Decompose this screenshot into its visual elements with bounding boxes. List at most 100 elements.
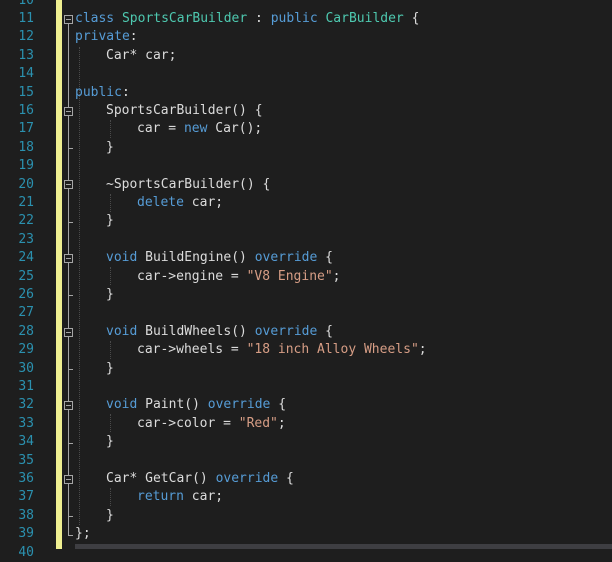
- class-name: CarBuilder: [325, 11, 404, 26]
- class-name: SportsCarBuilder: [121, 11, 248, 26]
- code-line: car->engine = "V8 Engine";: [137, 268, 341, 286]
- code-text: Car: [215, 121, 239, 137]
- code-line: }: [106, 139, 114, 155]
- line-number: 32: [18, 397, 34, 413]
- line-number: 18: [18, 139, 34, 155]
- code-line: Car* GetCar() override {: [106, 470, 294, 488]
- keyword: public: [270, 11, 318, 26]
- keyword: class: [75, 11, 115, 26]
- code-line: }: [106, 213, 114, 229]
- code-text: {: [317, 250, 333, 266]
- collapse-icon[interactable]: [64, 180, 73, 190]
- keyword: override: [215, 471, 279, 486]
- code-line: }: [106, 507, 114, 523]
- collapse-icon[interactable]: [64, 474, 73, 484]
- indent-guide: [110, 341, 111, 359]
- code-text-area[interactable]: class SportsCarBuilder : public CarBuild…: [75, 0, 612, 549]
- fold-end-marker: [68, 221, 73, 223]
- indent-guide: [110, 120, 111, 138]
- collapse-icon[interactable]: [64, 106, 73, 116]
- code-text: :: [129, 29, 138, 45]
- code-line: private:: [75, 28, 138, 46]
- keyword: public: [75, 84, 122, 100]
- keyword: return: [137, 489, 184, 505]
- line-number: 30: [18, 360, 34, 376]
- line-number: 22: [18, 213, 34, 229]
- code-text: car->color =: [137, 415, 239, 431]
- code-text: car;: [183, 195, 224, 210]
- code-text: ;: [332, 268, 341, 284]
- collapse-icon[interactable]: [64, 253, 73, 263]
- keyword: override: [254, 323, 318, 339]
- line-number: 34: [18, 434, 34, 450]
- collapse-icon[interactable]: [64, 327, 73, 337]
- horizontal-scrollbar[interactable]: [75, 544, 612, 549]
- code-text: car;: [183, 489, 224, 505]
- line-number: 37: [18, 489, 34, 505]
- code-text: :: [121, 84, 130, 100]
- code-text: BuildEngine(): [137, 250, 255, 266]
- code-line: };: [75, 526, 91, 542]
- fold-end-marker: [68, 442, 73, 444]
- fold-end-marker: [68, 148, 73, 150]
- indent-guide: [110, 488, 111, 506]
- code-text: {: [270, 397, 287, 413]
- fold-guide-line: [68, 23, 69, 535]
- code-line: return car;: [137, 488, 223, 506]
- code-text: car->wheels =: [137, 342, 247, 358]
- keyword: void: [106, 397, 138, 413]
- indent-guide: [79, 47, 80, 525]
- line-number: 16: [18, 103, 34, 118]
- code-line: }: [106, 434, 114, 450]
- code-line: ~SportsCarBuilder() {: [106, 176, 271, 192]
- code-line: }: [106, 287, 114, 302]
- code-text: ();: [238, 121, 263, 137]
- line-number: 40: [18, 544, 34, 560]
- code-line: delete car;: [137, 194, 223, 212]
- collapse-icon[interactable]: [64, 401, 73, 411]
- code-text: :: [247, 11, 271, 26]
- line-number: 21: [18, 195, 34, 210]
- line-number: 38: [18, 507, 34, 523]
- line-number: 11: [18, 11, 34, 26]
- code-line: car = new Car();: [137, 120, 262, 138]
- code-line: car->wheels = "18 inch Alloy Wheels";: [137, 341, 427, 359]
- collapse-icon[interactable]: [64, 14, 73, 24]
- line-number: 28: [18, 323, 34, 339]
- code-text: Car* GetCar(): [106, 471, 216, 486]
- line-number: 19: [18, 158, 34, 174]
- string-literal: "Red": [238, 415, 278, 431]
- line-number: 10: [18, 0, 34, 8]
- code-text: {: [317, 323, 333, 339]
- line-number: 14: [18, 66, 34, 82]
- code-text: {: [403, 11, 420, 26]
- code-text: {: [278, 471, 294, 486]
- fold-end-marker: [68, 369, 73, 370]
- keyword: delete: [137, 195, 184, 210]
- keyword: private: [75, 29, 130, 45]
- line-number: 13: [18, 47, 34, 63]
- line-number: 31: [18, 379, 34, 394]
- code-line: public:: [75, 84, 130, 102]
- code-editor[interactable]: 10 11 12 13 14 15 16 17 18 19 20 21 22 2…: [0, 0, 612, 560]
- code-line: }: [106, 360, 114, 376]
- keyword: void: [106, 323, 138, 339]
- indent-guide: [110, 414, 111, 432]
- code-line: void Paint() override {: [106, 396, 286, 414]
- code-line: car->color = "Red";: [137, 415, 286, 433]
- code-line: void BuildWheels() override {: [106, 323, 333, 341]
- line-number: 36: [18, 471, 34, 486]
- code-text: ;: [277, 415, 286, 431]
- line-number: 15: [18, 84, 34, 100]
- line-number: 23: [18, 231, 34, 247]
- code-text: BuildWheels(): [137, 323, 255, 339]
- fold-end-marker: [68, 534, 73, 536]
- outlining-margin: [62, 0, 75, 549]
- code-line: Car* car;: [106, 47, 177, 63]
- code-line: class SportsCarBuilder : public CarBuild…: [75, 10, 419, 28]
- keyword: new: [183, 121, 208, 137]
- indent-guide: [110, 194, 111, 212]
- code-text: car =: [137, 121, 184, 137]
- line-number: 35: [18, 452, 34, 468]
- line-number: 17: [18, 121, 34, 137]
